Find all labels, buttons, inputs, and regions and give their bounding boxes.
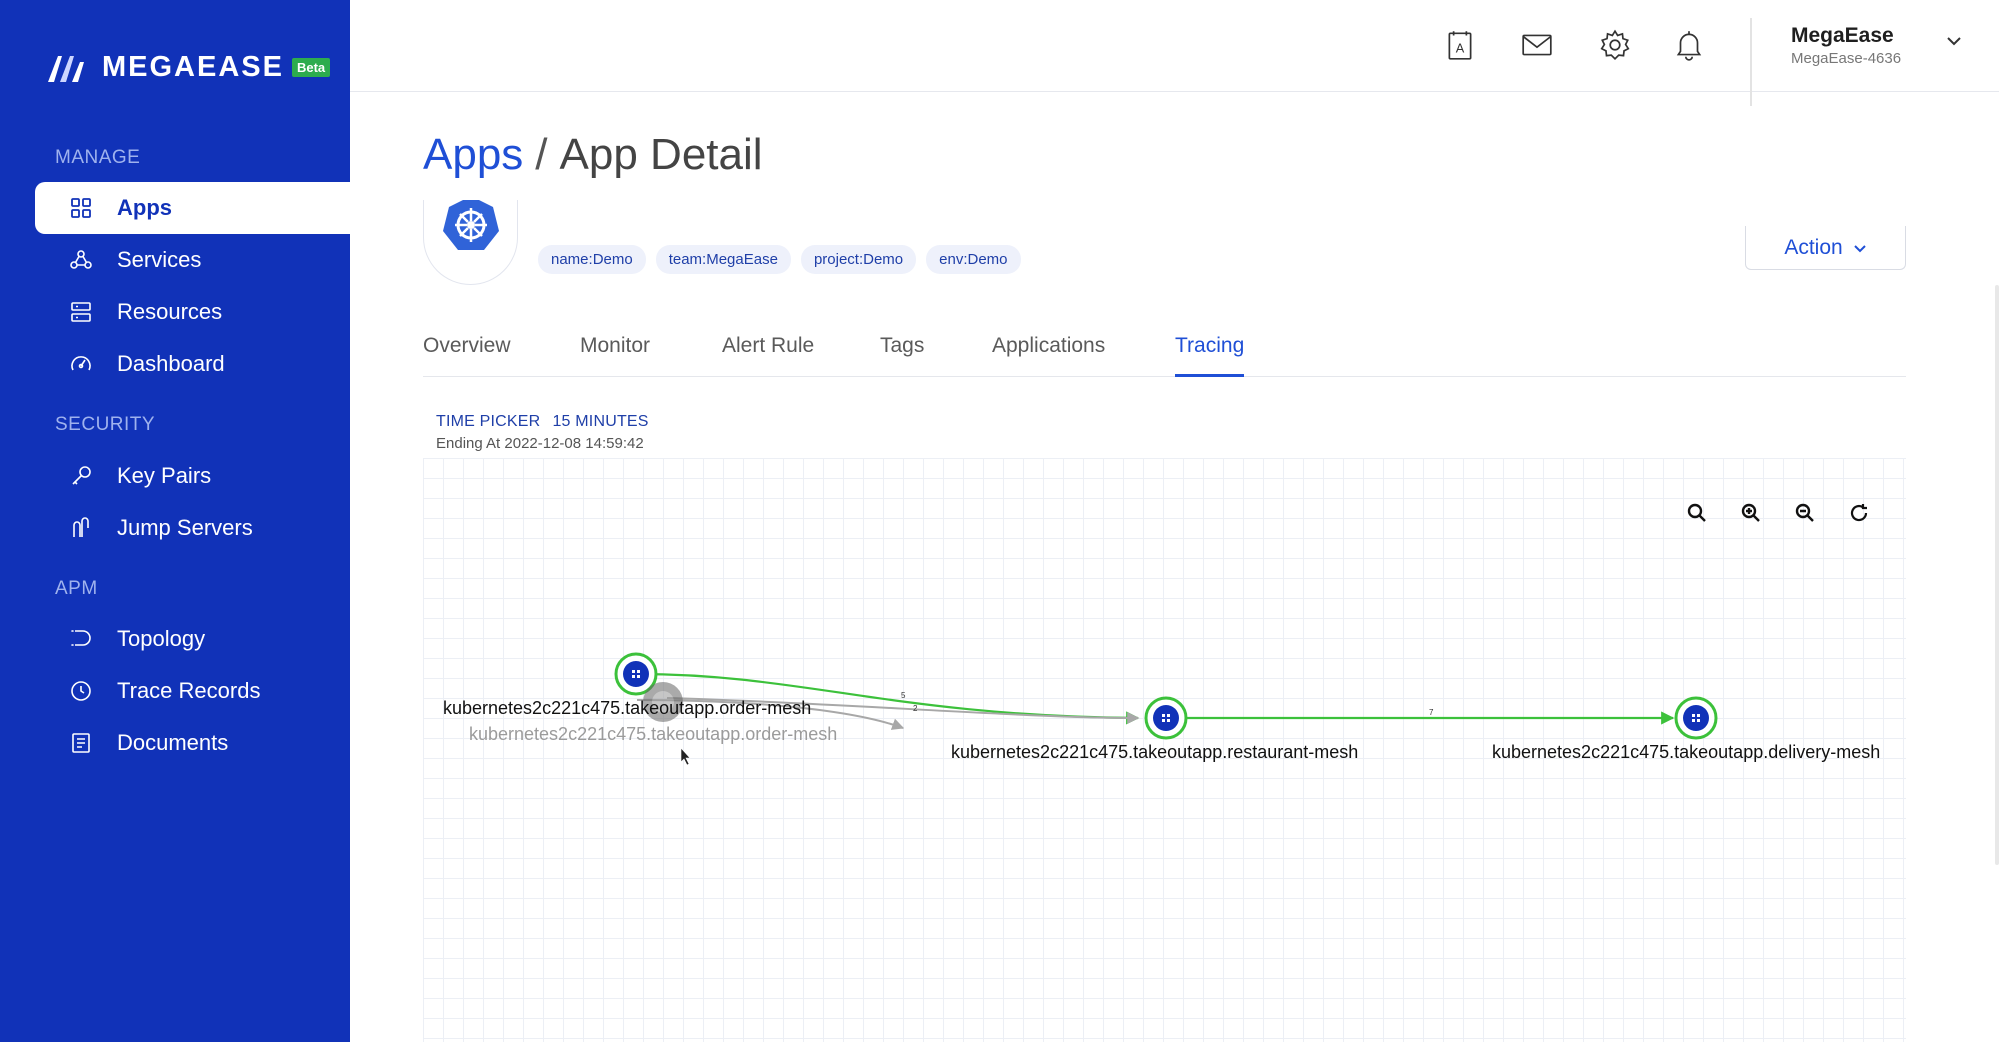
- time-picker[interactable]: TIME PICKER 15 MINUTES Ending At 2022-12-…: [436, 413, 649, 452]
- tag-chip: name:Demo: [538, 245, 646, 274]
- services-icon: [67, 246, 95, 274]
- user-account: MegaEase-4636: [1791, 50, 1902, 67]
- gear-icon[interactable]: [1595, 25, 1635, 65]
- page-title: App Detail: [559, 130, 763, 179]
- reset-icon[interactable]: [1844, 498, 1874, 528]
- sidebar-item-key-pairs[interactable]: Key Pairs: [35, 450, 350, 502]
- sidebar: MEGAEASE Beta MANAGE Apps Services Resou…: [0, 0, 350, 1042]
- header-divider: [1750, 18, 1752, 106]
- mouse-cursor-icon: [680, 747, 691, 766]
- tab-alert-rule[interactable]: Alert Rule: [722, 334, 814, 374]
- section-manage: MANAGE: [55, 147, 141, 168]
- clock-icon: [67, 677, 95, 705]
- tab-tracing[interactable]: Tracing: [1175, 334, 1245, 377]
- sidebar-item-label: Trace Records: [117, 678, 261, 703]
- tab-tags[interactable]: Tags: [880, 334, 924, 374]
- edge-label: 5: [901, 691, 906, 700]
- top-bar: A MegaEase MegaEase-4636: [350, 0, 1999, 106]
- chevron-down-icon[interactable]: [1945, 32, 1963, 50]
- node-label: kubernetes2c221c475.takeoutapp.restauran…: [951, 742, 1359, 762]
- sidebar-item-label: Key Pairs: [117, 463, 212, 488]
- zoom-in-icon[interactable]: [1736, 498, 1766, 528]
- time-picker-value: 15 MINUTES: [552, 413, 649, 430]
- sidebar-item-topology[interactable]: Topology: [35, 613, 350, 665]
- node-label: kubernetes2c221c475.takeoutapp.order-mes…: [443, 698, 812, 718]
- zoom-out-icon[interactable]: [1790, 498, 1820, 528]
- kubernetes-icon: [442, 200, 499, 250]
- sidebar-item-documents[interactable]: Documents: [35, 717, 350, 769]
- app-tags: name:Demo team:MegaEase project:Demo env…: [538, 245, 1021, 274]
- svg-text:A: A: [1456, 40, 1465, 55]
- key-icon: [67, 462, 95, 490]
- bell-icon[interactable]: [1669, 25, 1709, 65]
- graph-node[interactable]: [1674, 696, 1718, 740]
- sidebar-item-label: Jump Servers: [117, 515, 253, 540]
- mail-icon[interactable]: [1517, 25, 1557, 65]
- brand-logo[interactable]: MEGAEASE Beta: [48, 50, 331, 84]
- breadcrumb: Apps / App Detail: [423, 130, 763, 180]
- gauge-icon: [67, 350, 95, 378]
- breadcrumb-apps-link[interactable]: Apps: [423, 130, 523, 179]
- node-label-ghost: kubernetes2c221c475.takeoutapp.order-mes…: [469, 724, 838, 744]
- topology-icon: [67, 625, 95, 653]
- sidebar-item-label: Topology: [117, 626, 206, 651]
- sidebar-item-label: Apps: [117, 195, 172, 220]
- sidebar-item-apps[interactable]: Apps: [35, 182, 350, 234]
- section-security: SECURITY: [55, 414, 156, 435]
- sidebar-item-label: Services: [117, 247, 202, 272]
- app-avatar: [423, 200, 518, 285]
- node-label: kubernetes2c221c475.takeoutapp.delivery-…: [1492, 742, 1881, 762]
- sidebar-item-trace-records[interactable]: Trace Records: [35, 665, 350, 717]
- graph-node[interactable]: [1144, 696, 1188, 740]
- tag-chip: project:Demo: [800, 245, 917, 274]
- tab-monitor[interactable]: Monitor: [580, 334, 650, 374]
- user-menu[interactable]: MegaEase MegaEase-4636: [1791, 24, 1901, 67]
- jump-icon: [67, 514, 95, 542]
- sidebar-item-services[interactable]: Services: [35, 234, 350, 286]
- edge-label: 2: [913, 704, 918, 713]
- edge-label: 7: [1429, 708, 1434, 717]
- contact-card-icon[interactable]: A: [1440, 25, 1480, 65]
- time-picker-ending: Ending At 2022-12-08 14:59:42: [436, 435, 644, 452]
- search-icon[interactable]: [1682, 498, 1712, 528]
- action-button[interactable]: Action: [1745, 226, 1906, 270]
- tab-applications[interactable]: Applications: [992, 334, 1105, 374]
- sidebar-item-dashboard[interactable]: Dashboard: [35, 338, 350, 390]
- time-picker-label: TIME PICKER: [436, 413, 541, 430]
- sidebar-item-label: Resources: [117, 299, 223, 324]
- sidebar-item-label: Documents: [117, 730, 229, 755]
- sidebar-item-label: Dashboard: [117, 351, 225, 376]
- sidebar-item-resources[interactable]: Resources: [35, 286, 350, 338]
- megaease-logo-icon: [48, 56, 84, 82]
- action-button-label: Action: [1784, 235, 1843, 259]
- grid-icon: [67, 194, 95, 222]
- beta-badge: Beta: [291, 57, 331, 77]
- user-name: MegaEase: [1791, 24, 1894, 47]
- page-scrollbar[interactable]: [1995, 285, 1999, 865]
- tag-chip: env:Demo: [926, 245, 1021, 274]
- section-apm: APM: [55, 578, 98, 599]
- brand-name: MEGAEASE: [102, 50, 284, 83]
- server-icon: [67, 298, 95, 326]
- document-icon: [67, 729, 95, 757]
- sidebar-item-jump-servers[interactable]: Jump Servers: [35, 502, 350, 554]
- breadcrumb-separator: /: [535, 130, 548, 179]
- chevron-down-icon: [1853, 244, 1866, 252]
- detail-tabs: Overview Monitor Alert Rule Tags Applica…: [423, 330, 1906, 377]
- tab-overview[interactable]: Overview: [423, 334, 511, 374]
- tag-chip: team:MegaEase: [655, 245, 791, 274]
- tracing-graph[interactable]: 5 2 7 kubernetes2c221c475.takeoutapp.ord…: [423, 458, 1906, 1042]
